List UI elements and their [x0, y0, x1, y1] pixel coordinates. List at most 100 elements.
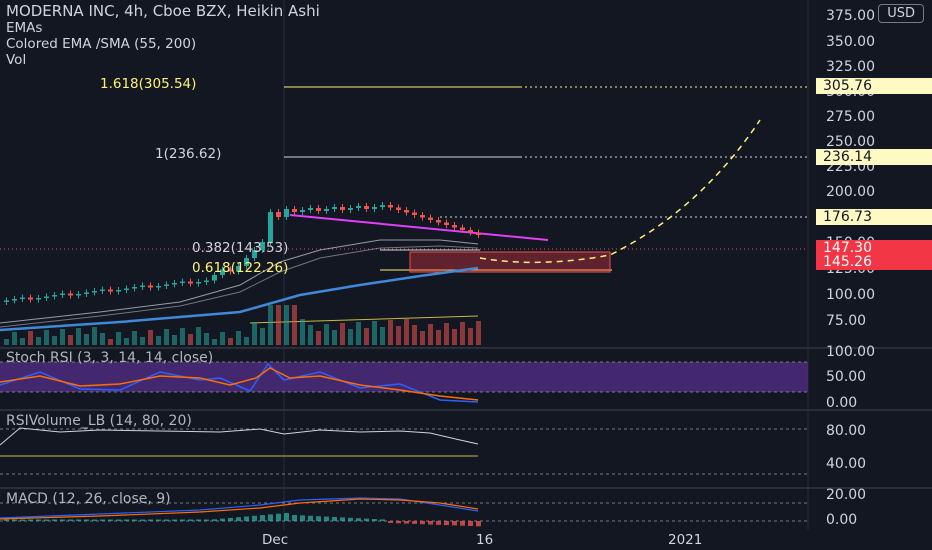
macd-hist-bar — [252, 515, 257, 521]
volume-bar — [316, 331, 321, 345]
volume-bar — [380, 327, 385, 345]
candle-body — [140, 285, 145, 287]
volume-bar — [148, 330, 153, 345]
volume-bar — [196, 327, 201, 345]
price-tick-label: 375.00 — [826, 8, 875, 24]
candle-body — [116, 290, 121, 292]
indicator-tick-label: 0.00 — [826, 512, 858, 528]
fib-label-1: 1(236.62) — [155, 146, 222, 162]
candle-body — [180, 281, 185, 283]
candle-body — [372, 207, 377, 209]
candle-body — [324, 209, 329, 211]
candle-body — [4, 300, 9, 302]
macd-hist-bar — [20, 519, 25, 521]
rsi-volume-label[interactable]: RSIVolume_LB (14, 80, 20) — [6, 413, 192, 429]
volume-bar — [300, 319, 305, 345]
stoch-rsi-label[interactable]: Stoch RSI (3, 3, 14, 14, close) — [6, 350, 213, 366]
target-zone-box[interactable] — [409, 251, 611, 273]
indicator-volume[interactable]: Vol — [6, 52, 26, 68]
macd-hist-bar — [60, 519, 65, 521]
macd-hist-bar — [84, 519, 89, 521]
volume-bar — [412, 325, 417, 345]
indicator-tick-label: 0.00 — [826, 395, 858, 411]
volume-bar — [228, 338, 233, 345]
indicator-tick-label: 20.00 — [826, 487, 867, 503]
volume-bar — [364, 328, 369, 345]
candle-body — [20, 297, 25, 299]
macd-hist-bar — [92, 519, 97, 521]
volume-bar — [172, 335, 177, 345]
macd-hist-bar — [116, 519, 121, 521]
candle-body — [44, 296, 49, 298]
macd-hist-bar — [244, 516, 249, 521]
macd-hist-bar — [396, 521, 401, 524]
macd-label[interactable]: MACD (12, 26, close, 9) — [6, 491, 171, 507]
macd-hist-bar — [476, 521, 481, 527]
volume-bar — [396, 326, 401, 345]
macd-hist-bar — [212, 519, 217, 521]
candle-body — [428, 217, 433, 220]
macd-hist-bar — [148, 519, 153, 521]
volume-bar — [428, 324, 433, 345]
volume-bar — [12, 332, 17, 345]
volume-bar — [92, 327, 97, 345]
macd-hist-bar — [428, 521, 433, 525]
macd-hist-bar — [172, 519, 177, 521]
volume-bar — [444, 323, 449, 345]
candle-body — [204, 280, 209, 282]
macd-hist-bar — [364, 518, 369, 521]
macd-hist-bar — [52, 519, 57, 521]
volume-bar — [332, 330, 337, 345]
macd-hist-bar — [4, 519, 9, 521]
candle-body — [452, 225, 457, 228]
price-tick-label: 350.00 — [826, 34, 875, 50]
chart-title[interactable]: MODERNA INC, 4h, Cboe BZX, Heikin Ashi — [6, 2, 320, 20]
macd-hist-bar — [140, 519, 145, 521]
volume-bar — [20, 338, 25, 345]
rsi-line — [0, 427, 479, 446]
price-badge: 236.14 — [816, 149, 932, 165]
indicator-colored-ema-sma[interactable]: Colored EMA /SMA (55, 200) — [6, 36, 196, 52]
volume-bar — [340, 323, 345, 345]
volume-bar — [276, 305, 281, 345]
candle-body — [436, 220, 441, 223]
volume-bar — [140, 337, 145, 345]
macd-hist-bar — [412, 521, 417, 524]
candle-body — [188, 281, 193, 284]
indicator-emas[interactable]: EMAs — [6, 20, 42, 36]
candle-body — [156, 286, 161, 288]
candle-body — [292, 209, 297, 212]
volume-bar — [188, 334, 193, 345]
volume-bar — [108, 339, 113, 345]
volume-bar — [220, 332, 225, 345]
macd-hist-bar — [220, 518, 225, 521]
macd-hist-bar — [260, 515, 265, 521]
price-badge: 145.26 — [816, 254, 932, 270]
time-label: 16 — [476, 532, 494, 548]
candle-body — [476, 232, 481, 235]
trendline[interactable] — [289, 214, 549, 241]
candle-body — [460, 227, 465, 230]
macd-hist-bar — [12, 519, 17, 521]
macd-hist-bar — [444, 521, 449, 526]
candle-body — [340, 207, 345, 210]
volume-bar — [348, 329, 353, 345]
macd-hist-bar — [28, 519, 33, 521]
stoch-band — [0, 362, 808, 392]
macd-hist-bar — [324, 516, 329, 521]
macd-hist-bar — [340, 517, 345, 521]
volume-bar — [260, 328, 265, 345]
candle-body — [444, 222, 449, 225]
candle-body — [332, 207, 337, 209]
candle-body — [100, 289, 105, 291]
candle-body — [348, 208, 353, 210]
candle-body — [132, 287, 137, 289]
macd-hist-bar — [452, 521, 457, 526]
volume-bar — [156, 336, 161, 345]
projection-path[interactable] — [479, 119, 761, 264]
currency-button[interactable]: USD — [878, 4, 924, 23]
volume-bar — [180, 328, 185, 345]
volume-bar — [164, 329, 169, 345]
price-tick-label: 250.00 — [826, 134, 875, 150]
macd-hist-bar — [308, 515, 313, 521]
